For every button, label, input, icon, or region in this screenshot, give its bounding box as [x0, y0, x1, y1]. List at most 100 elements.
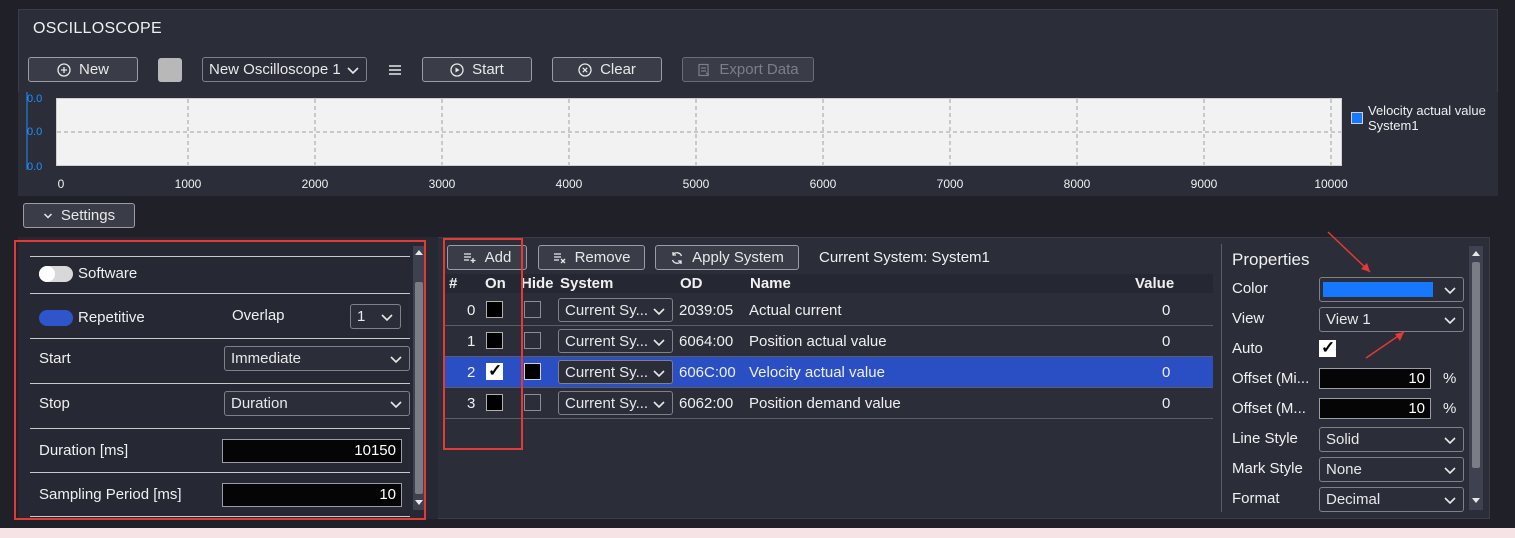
offset-max-label: Offset (M... — [1232, 400, 1306, 417]
hide-checkbox[interactable] — [524, 301, 541, 318]
new-button[interactable]: New — [28, 57, 138, 82]
menu-icon[interactable] — [388, 63, 402, 80]
row-name: Position actual value — [749, 333, 887, 350]
x-tick-label: 10000 — [1314, 177, 1348, 191]
x-tick-label: 0 — [57, 177, 65, 191]
offset-min-input[interactable]: 10 — [1319, 368, 1431, 389]
color-label: Color — [1232, 280, 1268, 297]
system-select[interactable]: Current Sy... — [558, 298, 673, 322]
color-swatch-button[interactable] — [158, 58, 182, 82]
scroll-up-icon[interactable] — [1471, 249, 1481, 257]
clear-button-label: Clear — [600, 61, 636, 78]
row-od: 6062:00 — [679, 395, 734, 412]
properties-scrollbar-thumb[interactable] — [1472, 262, 1480, 468]
x-tick-label: 7000 — [936, 177, 964, 191]
hide-checkbox[interactable] — [524, 332, 541, 349]
color-swatch — [1323, 282, 1433, 297]
export-data-button[interactable]: Export Data — [682, 57, 814, 82]
oscilloscope-select-value: New Oscilloscope 1 — [209, 61, 341, 78]
legend-entry: Velocity actual value System1 — [1368, 103, 1486, 133]
hide-checkbox[interactable] — [524, 394, 541, 411]
row-od: 6064:00 — [679, 333, 734, 350]
system-select[interactable]: Current Sy... — [558, 329, 673, 353]
col-header-od: OD — [680, 275, 703, 292]
chevron-down-icon — [1444, 287, 1456, 295]
line-style-label: Line Style — [1232, 430, 1298, 447]
x-tick-label: 2000 — [301, 177, 329, 191]
chevron-down-icon — [653, 370, 665, 378]
clear-button[interactable]: Clear — [552, 57, 662, 82]
row-value: 0 — [1162, 302, 1171, 319]
x-tick-label: 5000 — [682, 177, 710, 191]
divider — [1221, 244, 1222, 512]
col-header-hide: Hide — [521, 275, 554, 292]
highlight-box — [443, 238, 523, 450]
row-name: Position demand value — [749, 395, 901, 412]
highlight-box — [14, 240, 426, 520]
line-style-select[interactable]: Solid — [1319, 427, 1464, 452]
row-name: Velocity actual value — [749, 364, 885, 381]
system-select-value: Current Sy... — [565, 332, 649, 350]
start-button-label: Start — [472, 61, 504, 78]
export-data-button-label: Export Data — [719, 61, 799, 78]
plot-canvas[interactable] — [56, 98, 1342, 166]
new-button-label: New — [78, 61, 109, 78]
start-button[interactable]: Start — [422, 57, 532, 82]
system-select[interactable]: Current Sy... — [558, 360, 673, 384]
oscilloscope-select[interactable]: New Oscilloscope 1 — [202, 57, 367, 82]
format-select[interactable]: Decimal — [1319, 487, 1464, 512]
mark-style-select[interactable]: None — [1319, 457, 1464, 482]
x-tick-label: 9000 — [1190, 177, 1218, 191]
auto-label: Auto — [1232, 340, 1263, 357]
mark-style-label: Mark Style — [1232, 460, 1303, 477]
remove-channel-label: Remove — [574, 249, 631, 266]
col-header-name: Name — [750, 275, 791, 292]
page-title: OSCILLOSCOPE — [33, 20, 162, 37]
plot-grid — [57, 99, 1341, 165]
chevron-down-icon — [1444, 437, 1456, 445]
settings-toggle-label: Settings — [60, 207, 116, 224]
x-tick-label: 8000 — [1063, 177, 1091, 191]
apply-system-button[interactable]: Apply System — [655, 245, 799, 270]
line-style-value: Solid — [1326, 431, 1360, 448]
annotation-arrow — [1365, 331, 1405, 359]
col-header-value: Value — [1135, 275, 1175, 292]
export-icon — [698, 63, 710, 76]
chevron-down-icon — [1444, 497, 1456, 505]
chevron-down-icon — [43, 212, 52, 219]
row-value: 0 — [1162, 364, 1171, 381]
settings-toggle-button[interactable]: Settings — [23, 203, 135, 228]
offset-max-input[interactable]: 10 — [1319, 398, 1431, 419]
chevron-down-icon — [653, 339, 665, 347]
bottom-bar — [0, 528, 1515, 538]
offset-max-unit: % — [1443, 400, 1457, 417]
system-select[interactable]: Current Sy... — [558, 391, 673, 415]
hide-checkbox[interactable] — [524, 363, 541, 380]
auto-checkbox[interactable] — [1319, 338, 1336, 358]
y-tick-label: 0.0 — [27, 93, 43, 105]
chevron-down-icon — [653, 308, 665, 316]
apply-system-label: Apply System — [692, 249, 784, 266]
scroll-down-icon[interactable] — [1471, 497, 1481, 505]
x-tick-label: 4000 — [555, 177, 583, 191]
chevron-down-icon — [1444, 317, 1456, 325]
system-select-value: Current Sy... — [565, 363, 649, 381]
remove-list-icon — [553, 252, 566, 263]
mark-style-value: None — [1326, 461, 1362, 478]
system-select-value: Current Sy... — [565, 394, 649, 412]
x-tick-label: 3000 — [428, 177, 456, 191]
chevron-down-icon — [347, 67, 359, 75]
play-circle-icon — [450, 62, 464, 77]
color-select[interactable] — [1319, 277, 1464, 302]
system-select-value: Current Sy... — [565, 301, 649, 319]
offset-min-unit: % — [1443, 370, 1457, 387]
refresh-icon — [672, 251, 683, 264]
y-tick-label: 0.0 — [27, 126, 43, 138]
current-system-label: Current System: System1 — [819, 249, 990, 266]
remove-channel-button[interactable]: Remove — [538, 245, 645, 270]
legend-swatch — [1351, 112, 1363, 124]
chevron-down-icon — [653, 401, 665, 409]
format-label: Format — [1232, 490, 1280, 507]
x-tick-label: 6000 — [809, 177, 837, 191]
properties-title: Properties — [1232, 250, 1310, 269]
